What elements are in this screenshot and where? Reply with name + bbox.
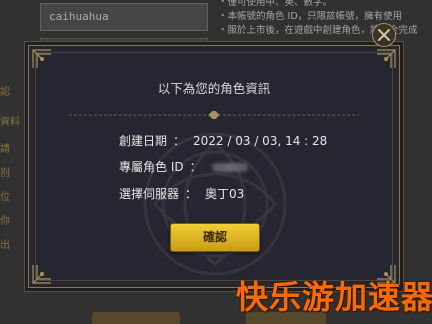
dialog-title: 以下為您的角色資訊 xyxy=(157,81,271,96)
creation-date-row: 創建日期 ： 2022 / 03 / 03, 14 : 28 xyxy=(119,132,327,149)
creation-date-value: 2022 / 03 / 03, 14 : 28 xyxy=(193,134,328,148)
server-row: 選擇伺服器 ： 奧丁03 xyxy=(119,185,244,202)
corner-ornament-icon xyxy=(31,48,53,70)
creation-date-label: 創建日期 xyxy=(119,134,168,148)
close-button[interactable] xyxy=(372,23,396,47)
character-info-dialog: 以下為您的角色資訊 創建日期 ： 2022 / 03 / 03, 14 : 28 專… xyxy=(28,45,400,288)
character-id-label: 專屬角色 ID xyxy=(119,160,184,174)
separator: ： xyxy=(185,187,198,201)
character-id-row: 專屬角色 ID ： xyxy=(119,158,248,175)
corner-ornament-icon xyxy=(31,263,53,285)
server-label: 選擇伺服器 xyxy=(119,187,180,201)
corner-ornament-icon xyxy=(375,48,397,70)
separator: ： xyxy=(189,160,202,174)
character-id-value-redacted xyxy=(211,163,248,172)
server-value: 奧丁03 xyxy=(205,187,245,201)
title-divider xyxy=(69,104,359,121)
confirm-button[interactable]: 確認 xyxy=(170,223,260,252)
watermark-text: 快乐游加速器 xyxy=(236,278,432,316)
close-icon xyxy=(378,29,390,41)
separator: ： xyxy=(173,134,186,148)
